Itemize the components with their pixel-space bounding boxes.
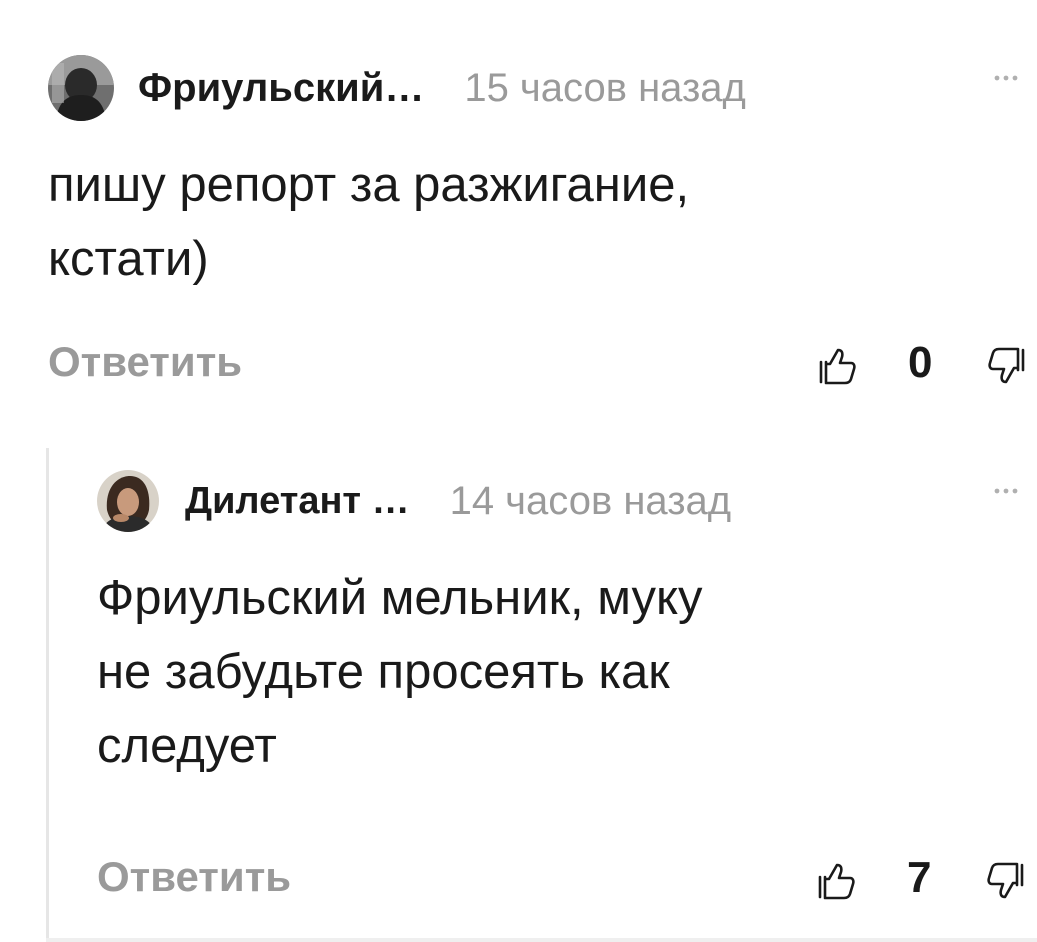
comment-timestamp: 15 часов назад <box>464 65 746 110</box>
comment-header: Дилетант … 14 часов назад <box>97 465 1028 537</box>
comment-actions: Ответить 7 <box>97 853 1028 913</box>
comment-author[interactable]: Фриульский… <box>138 66 424 111</box>
reply-button[interactable]: Ответить <box>48 338 242 386</box>
thumbs-down-icon[interactable] <box>984 346 1026 388</box>
comment-header: Фриульский… 15 часов назад <box>48 52 1028 124</box>
avatar[interactable] <box>48 55 114 121</box>
thumbs-up-icon[interactable] <box>817 859 859 901</box>
comment-actions: Ответить 0 <box>48 338 1028 398</box>
comment-text-line: пишу репорт за разжигание, <box>48 158 690 212</box>
ellipsis-icon[interactable] <box>992 72 1020 84</box>
comment-text-line: следует <box>97 719 277 773</box>
comment-text: пишу репорт за разжигание, кстати) <box>48 148 1028 296</box>
reply-thread-line <box>46 448 49 942</box>
comment-text-line: не забудьте просеять как <box>97 645 670 699</box>
thumbs-down-icon[interactable] <box>983 861 1025 903</box>
comment-text-line: Фриульский мельник, муку <box>97 571 703 625</box>
ellipsis-icon[interactable] <box>992 485 1020 497</box>
rating-count: 7 <box>907 853 932 902</box>
comment: Фриульский… 15 часов назад пишу репорт з… <box>48 52 1028 398</box>
thumbs-up-icon[interactable] <box>818 344 860 386</box>
rating-count: 0 <box>908 338 933 387</box>
comment-text: Фриульский мельник, муку не забудьте про… <box>97 561 1028 783</box>
comment-text-line: кстати) <box>48 232 209 286</box>
comment-author[interactable]: Дилетант … <box>185 480 410 523</box>
reply-comment: Дилетант … 14 часов назад Фриульский мел… <box>97 465 1028 913</box>
divider <box>46 938 1037 942</box>
reply-button[interactable]: Ответить <box>97 853 291 901</box>
avatar[interactable] <box>97 470 159 532</box>
comment-timestamp: 14 часов назад <box>449 478 732 523</box>
